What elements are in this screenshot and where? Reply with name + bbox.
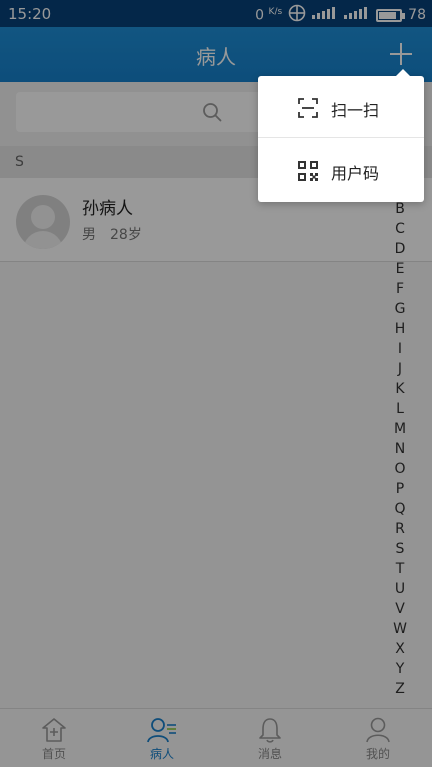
menu-item-scan-label: 扫一扫 xyxy=(331,101,380,120)
menu-item-user-code-label: 用户码 xyxy=(331,164,380,183)
menu-item-user-code[interactable]: 用户码 xyxy=(258,139,424,201)
menu-item-scan[interactable]: 扫一扫 xyxy=(258,76,424,138)
qr-code-icon xyxy=(298,161,318,181)
add-popup-menu: 扫一扫 用户码 xyxy=(258,69,424,202)
scan-icon xyxy=(298,98,318,118)
